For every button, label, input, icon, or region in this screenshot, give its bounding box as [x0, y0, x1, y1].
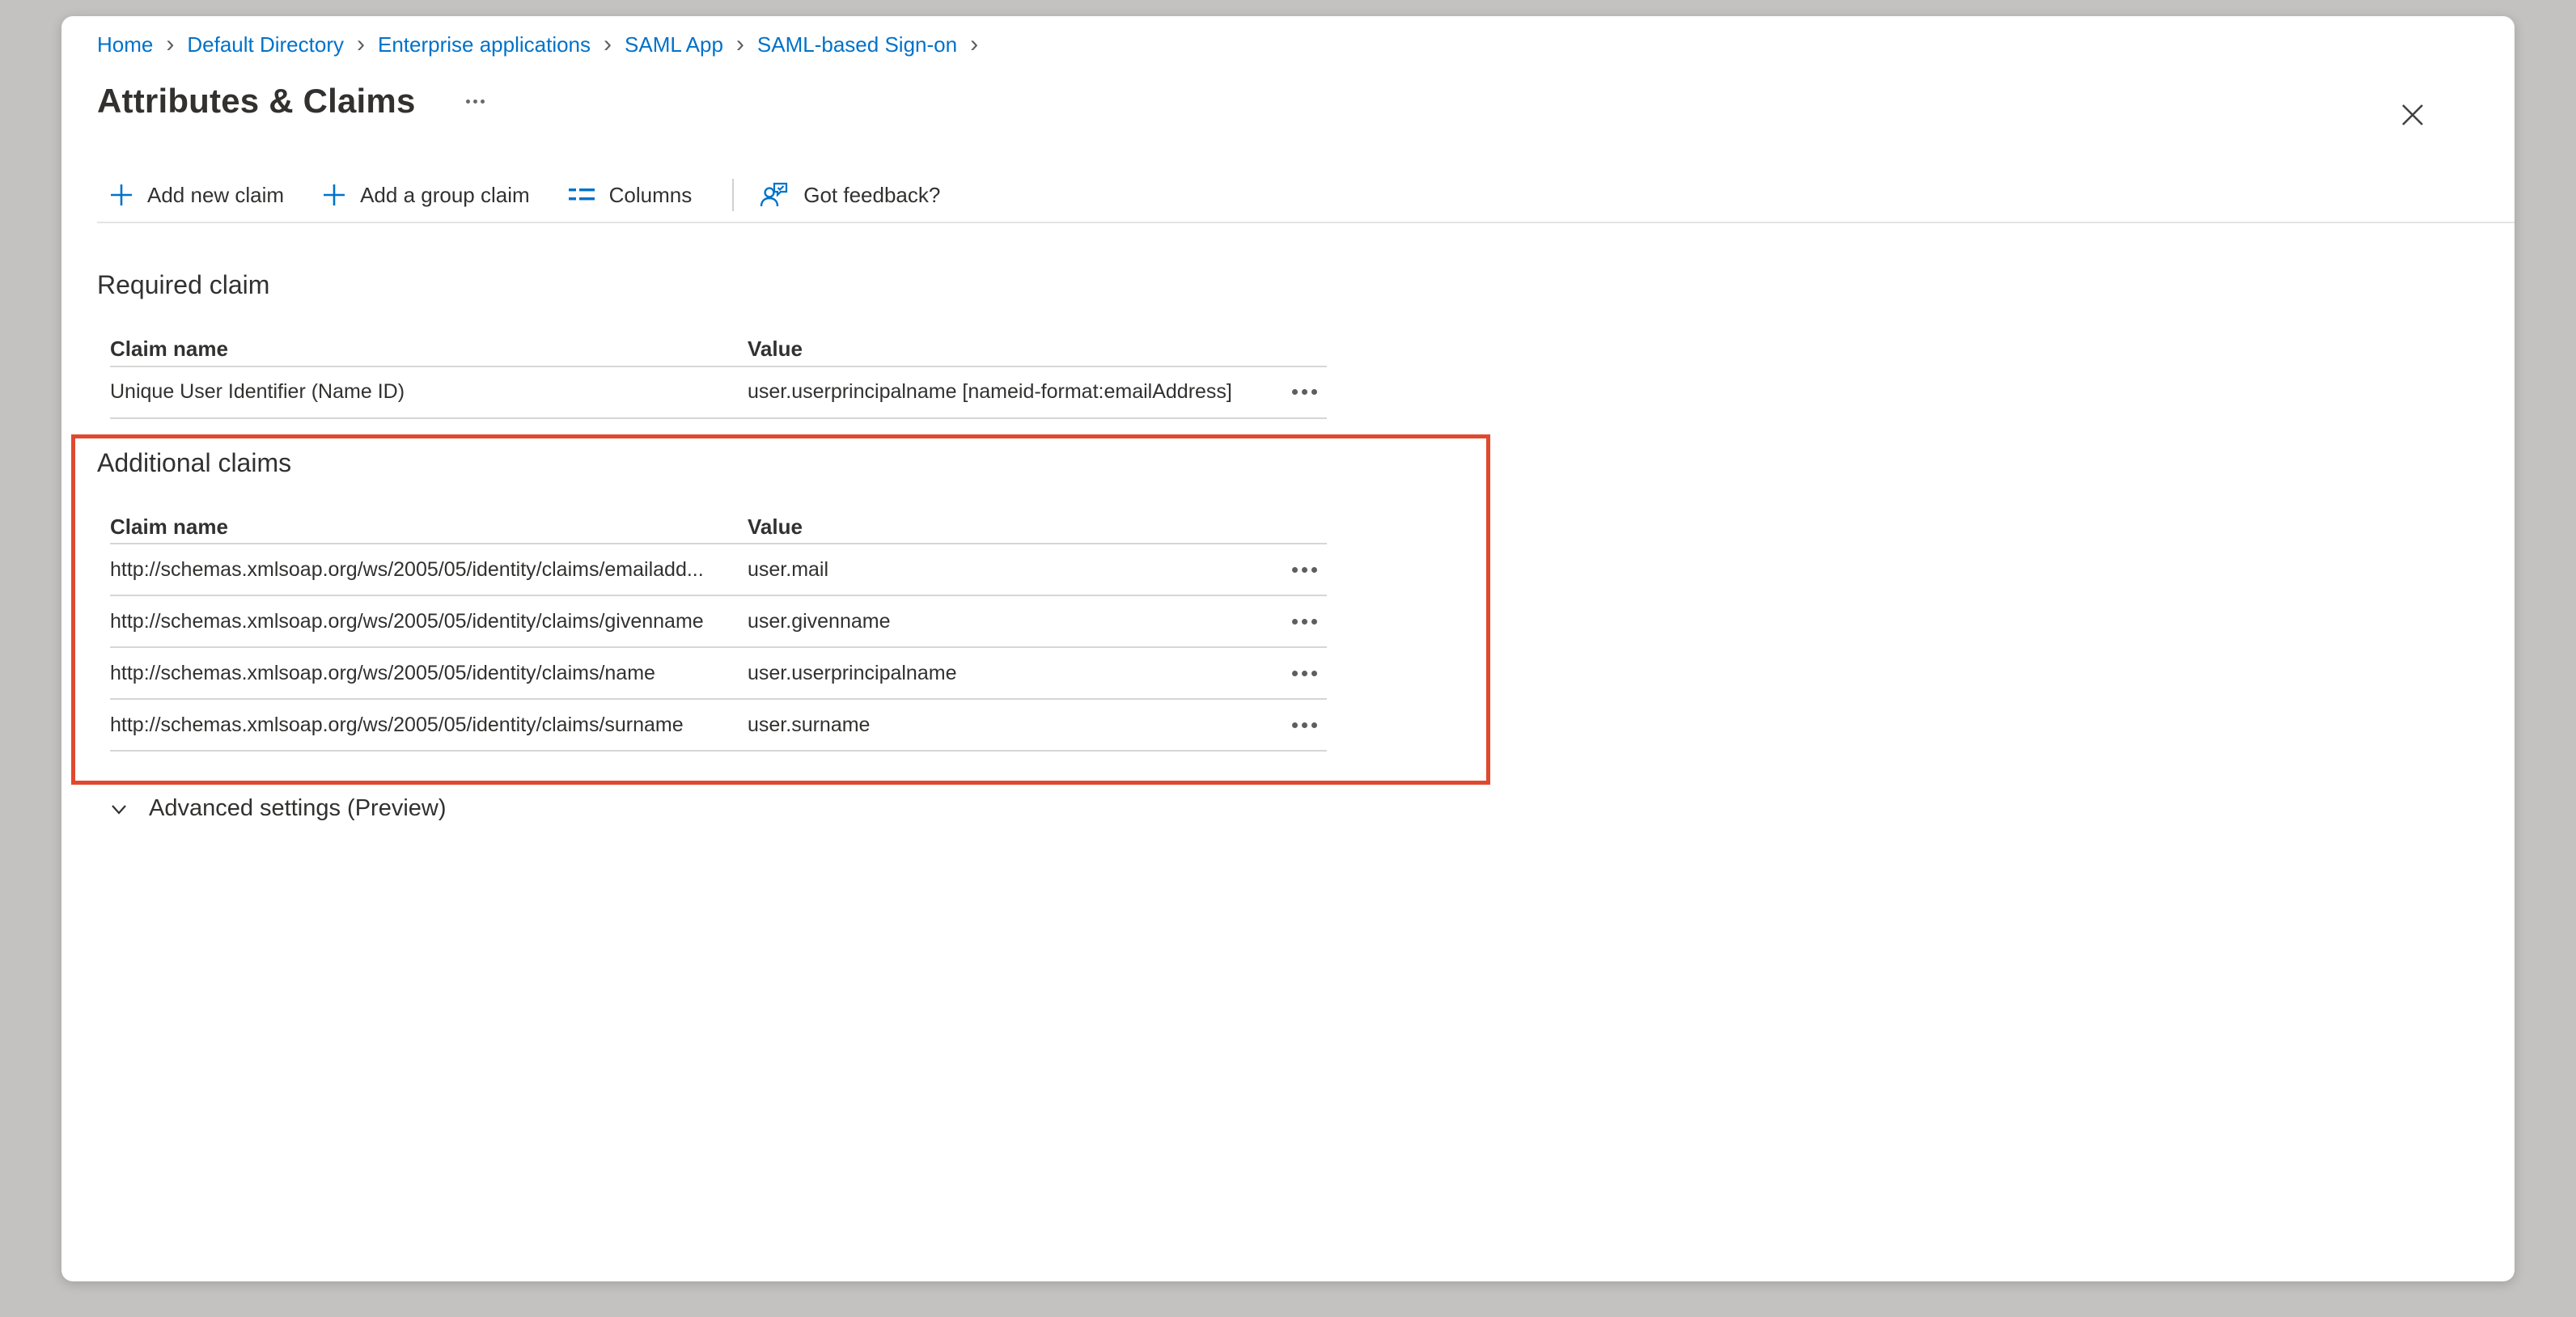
row-menu-button[interactable]	[1282, 716, 1327, 735]
claim-value-cell[interactable]: user.surname	[748, 714, 1233, 737]
chevron-right-icon: ›	[153, 32, 187, 57]
row-menu-button[interactable]	[1282, 664, 1327, 683]
add-group-claim-button[interactable]: Add a group claim	[321, 182, 530, 208]
add-group-claim-label: Add a group claim	[360, 183, 530, 208]
ellipsis-icon	[1292, 619, 1298, 625]
advanced-settings-expander[interactable]: Advanced settings (Preview)	[107, 795, 2479, 822]
feedback-person-icon	[758, 179, 790, 211]
additional-claims-table: Claim name Value http://schemas.xmlsoap.…	[110, 499, 1327, 752]
table-row[interactable]: http://schemas.xmlsoap.org/ws/2005/05/id…	[110, 544, 1327, 596]
claim-value-cell[interactable]: user.mail	[748, 558, 1233, 582]
close-blade-button[interactable]	[2392, 94, 2434, 136]
columns-label: Columns	[609, 183, 693, 208]
ellipsis-icon	[1292, 722, 1298, 728]
column-header-claim-name: Claim name	[110, 515, 748, 540]
chevron-right-icon: ›	[957, 32, 991, 57]
chevron-down-icon	[107, 797, 131, 821]
got-feedback-button[interactable]: Got feedback?	[758, 179, 940, 211]
required-claim-table: Claim name Value Unique User Identifier …	[110, 322, 1327, 419]
breadcrumb-item-default-directory[interactable]: Default Directory	[187, 32, 344, 57]
add-new-claim-button[interactable]: Add new claim	[108, 182, 284, 208]
additional-claims-section: Additional claims Claim name Value http:…	[97, 448, 2479, 752]
chevron-right-icon: ›	[723, 32, 757, 57]
ellipsis-icon	[466, 100, 470, 104]
breadcrumb-item-enterprise-applications[interactable]: Enterprise applications	[378, 32, 591, 57]
row-menu-button[interactable]	[1282, 561, 1327, 579]
got-feedback-label: Got feedback?	[803, 183, 940, 208]
table-header: Claim name Value	[110, 322, 1327, 367]
add-new-claim-label: Add new claim	[147, 183, 284, 208]
claim-value-cell[interactable]: user.userprincipalname	[748, 662, 1233, 685]
table-row[interactable]: http://schemas.xmlsoap.org/ws/2005/05/id…	[110, 648, 1327, 700]
table-header: Claim name Value	[110, 499, 1327, 544]
breadcrumb-item-saml-app[interactable]: SAML App	[625, 32, 723, 57]
columns-button[interactable]: Columns	[567, 183, 693, 208]
ellipsis-icon	[1292, 567, 1298, 573]
advanced-settings-label: Advanced settings (Preview)	[149, 795, 447, 822]
claim-value-cell[interactable]: user.userprincipalname [nameid-format:em…	[748, 380, 1233, 404]
column-header-value: Value	[748, 337, 1233, 362]
claim-name-cell[interactable]: http://schemas.xmlsoap.org/ws/2005/05/id…	[110, 662, 748, 685]
close-icon	[2392, 94, 2434, 136]
claim-name-cell[interactable]: http://schemas.xmlsoap.org/ws/2005/05/id…	[110, 610, 748, 633]
plus-icon	[108, 182, 134, 208]
command-bar: Add new claim Add a group claim	[97, 168, 2515, 223]
breadcrumb-item-saml-based-sign-on[interactable]: SAML-based Sign-on	[757, 32, 957, 57]
chevron-right-icon: ›	[591, 32, 625, 57]
breadcrumb-item-home[interactable]: Home	[97, 32, 153, 57]
breadcrumb: Home › Default Directory › Enterprise ap…	[97, 32, 2479, 57]
column-header-claim-name: Claim name	[110, 337, 748, 362]
page-title: Attributes & Claims	[97, 82, 416, 121]
attributes-claims-blade: Home › Default Directory › Enterprise ap…	[61, 16, 2515, 1281]
ellipsis-icon	[1292, 389, 1298, 395]
claim-value-cell[interactable]: user.givenname	[748, 610, 1233, 633]
claim-name-cell[interactable]: http://schemas.xmlsoap.org/ws/2005/05/id…	[110, 714, 748, 737]
table-row[interactable]: http://schemas.xmlsoap.org/ws/2005/05/id…	[110, 700, 1327, 752]
claim-name-cell[interactable]: http://schemas.xmlsoap.org/ws/2005/05/id…	[110, 558, 748, 582]
additional-claims-heading: Additional claims	[97, 448, 2479, 478]
plus-icon	[321, 182, 347, 208]
table-row[interactable]: http://schemas.xmlsoap.org/ws/2005/05/id…	[110, 596, 1327, 648]
claim-name-cell[interactable]: Unique User Identifier (Name ID)	[110, 380, 748, 404]
toolbar-divider	[732, 179, 734, 211]
column-header-value: Value	[748, 515, 1233, 540]
chevron-right-icon: ›	[344, 32, 378, 57]
required-claim-heading: Required claim	[97, 270, 2479, 300]
page-context-menu-button[interactable]	[458, 91, 493, 112]
row-menu-button[interactable]	[1282, 383, 1327, 401]
desktop-background: Home › Default Directory › Enterprise ap…	[0, 0, 2576, 1317]
row-menu-button[interactable]	[1282, 612, 1327, 631]
table-row[interactable]: Unique User Identifier (Name ID) user.us…	[110, 367, 1327, 419]
ellipsis-icon	[1292, 671, 1298, 676]
columns-icon	[567, 183, 596, 207]
title-row: Attributes & Claims	[97, 78, 2479, 125]
